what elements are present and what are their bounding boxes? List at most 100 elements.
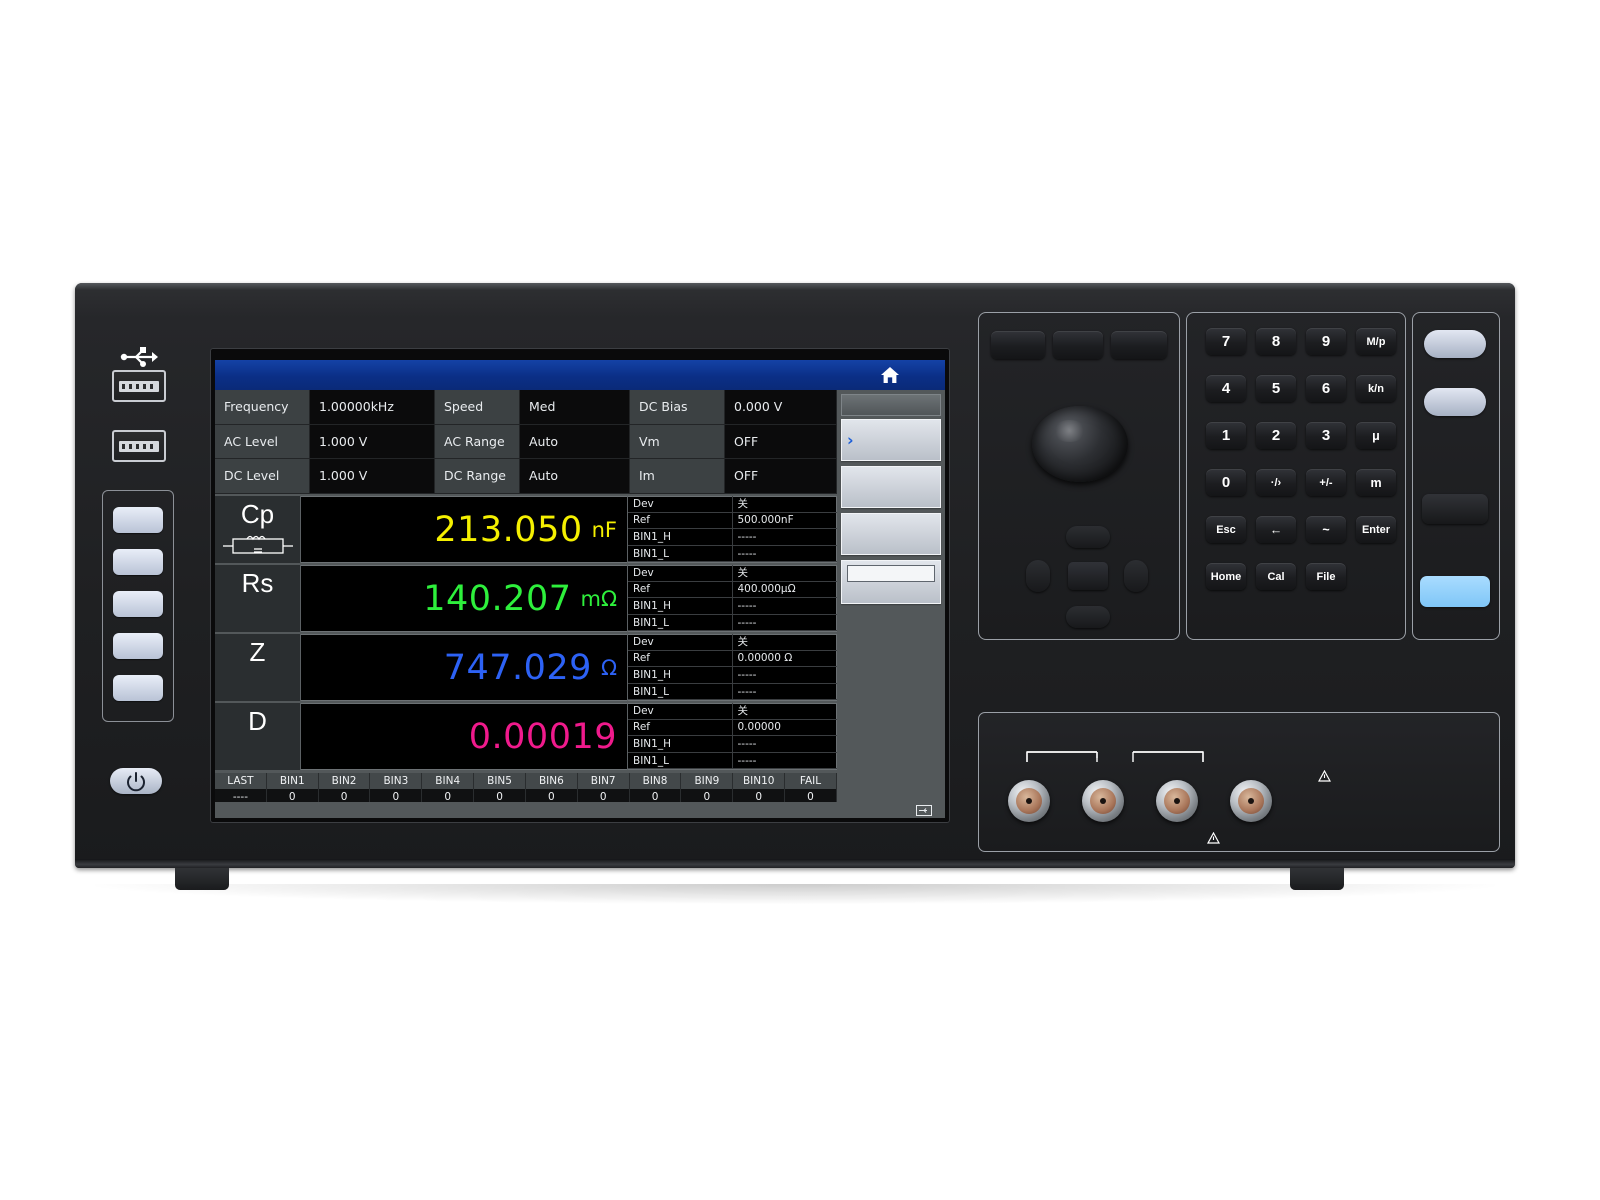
bin-header-cell: BIN5 [474,773,526,789]
lpot-bnc-connector[interactable] [1082,780,1124,822]
measurement-row[interactable]: Z 747.029 Ω Dev Ref BIN1_H BIN1_L 关 0.00000 Ω ---… [215,634,837,701]
setup-button[interactable] [1053,331,1103,359]
side-value: ----- [732,598,837,615]
screen-titlebar [215,360,945,390]
key-0[interactable]: 0 [1206,469,1246,496]
softkey-trace-display[interactable] [841,513,941,555]
dc-bias-button[interactable] [113,675,163,701]
nav-up-button[interactable] [1066,526,1110,548]
side-key: Dev [628,496,733,513]
usb-port-slot [119,381,159,392]
parameter-value[interactable]: Med [520,390,630,425]
key-4[interactable]: 4 [1206,375,1246,402]
measurement-value: 747.029 [443,647,592,688]
key-milli[interactable]: m [1356,469,1396,496]
key-5[interactable]: 5 [1256,375,1296,402]
bin-header-cell: BIN1 [266,773,319,789]
measurement-row[interactable]: Cp 213.050 nF Dev Ref BIN1_H BIN1_L 关 500.000nF -… [215,496,837,563]
bin-header-cell: BIN4 [422,773,475,789]
parameter-label: DC Bias [630,390,725,425]
side-value: ----- [732,736,837,753]
side-value: 500.000nF [732,513,837,530]
home-button[interactable]: Home [1206,563,1246,590]
reset-button[interactable] [1422,494,1488,524]
softkey-list-display[interactable] [841,466,941,508]
side-value: 400.000μΩ [732,582,837,599]
softkey-save[interactable] [841,560,941,604]
measurement-rows: Cp 213.050 nF Dev Ref BIN1_H BIN1_L 关 500.000nF -… [215,496,837,772]
backspace-button[interactable]: ← [1256,516,1296,543]
side-value-column: 关 400.000μΩ ----- ----- [732,565,837,632]
measurement-row[interactable]: Rs 140.207 mΩ Dev Ref BIN1_H BIN1_L 关 400.000μΩ -… [215,565,837,632]
bin-header-cell: BIN6 [525,773,578,789]
parameter-value[interactable]: OFF [725,459,837,494]
key-6[interactable]: 6 [1306,375,1346,402]
bnc-ring [1016,788,1042,814]
key-decimal[interactable]: ·/› [1256,469,1296,496]
prtscn-button[interactable] [113,591,163,617]
key-9[interactable]: 9 [1306,328,1346,355]
power-button[interactable] [110,768,162,794]
nav-right-button[interactable] [1124,560,1148,592]
key-7[interactable]: 7 [1206,328,1246,355]
ok-button[interactable] [1068,562,1108,590]
system-button[interactable] [1111,331,1167,359]
parameter-value[interactable]: 0.000 V [725,390,837,425]
parameter-value[interactable]: 1.000 V [310,459,435,494]
side-key-column: Dev Ref BIN1_H BIN1_L [628,496,733,563]
key-mega-pico[interactable]: M/p [1356,328,1396,355]
hpot-bnc-connector[interactable] [1156,780,1198,822]
nav-down-button[interactable] [1066,606,1110,628]
file-button[interactable]: File [1306,563,1346,590]
bin-header-cell: BIN10 [733,773,786,789]
lcd-screen[interactable]: Frequency 1.00000kHz Speed Med DC Bias 0.000 … [215,360,945,818]
preset-button[interactable] [113,507,163,533]
softkey-meas-display[interactable] [841,419,941,461]
key-2[interactable]: 2 [1256,422,1296,449]
key-1[interactable]: 1 [1206,422,1246,449]
parameter-value[interactable]: 1.000 V [310,424,435,460]
help-button[interactable] [113,549,163,575]
side-value: ----- [732,684,837,701]
parameter-label: DC Level [215,459,310,494]
key-3[interactable]: 3 [1306,422,1346,449]
key-plus-minus[interactable]: +/- [1306,469,1346,496]
hcur-bnc-connector[interactable] [1230,780,1272,822]
side-value: 关 [732,565,837,582]
parameter-row: AC Level 1.000 V AC Range Auto Vm OFF [215,424,837,460]
key-kilo-nano[interactable]: k/n [1356,375,1396,402]
key-tilde[interactable]: ~ [1306,516,1346,543]
rotary-knob[interactable] [1032,406,1128,482]
nav-left-button[interactable] [1026,560,1050,592]
lcur-bnc-connector[interactable] [1008,780,1050,822]
display-button[interactable] [991,331,1045,359]
usb-port-slot [119,441,159,452]
esc-button[interactable]: Esc [1206,516,1246,543]
side-key: Ref [628,581,733,599]
parameter-value[interactable]: 1.00000kHz [310,390,435,425]
home-icon[interactable] [879,365,901,385]
side-value: 0.00000 Ω [732,651,837,668]
key-8[interactable]: 8 [1256,328,1296,355]
enter-button[interactable]: Enter [1356,516,1396,543]
symbol-text: Rs [241,568,274,598]
measurement-symbol: Rs [215,565,301,632]
lock-button[interactable] [113,633,163,659]
side-key: Ref [628,650,733,668]
parameter-value[interactable]: Auto [520,424,630,460]
trigger-button[interactable] [1420,576,1490,607]
parameter-value[interactable]: OFF [725,424,837,460]
usb-port-bottom[interactable] [112,430,166,462]
cal-button[interactable]: Cal [1256,563,1296,590]
side-key: Ref [628,719,733,737]
discharge-warning [1318,770,1488,785]
parameter-value[interactable]: Auto [520,459,630,494]
usb-port-top[interactable] [112,370,166,402]
measurement-row[interactable]: D 0.00019 Dev Ref BIN1_H BIN1_L 关 0.00000 ----- -… [215,703,837,770]
measurement-main: 213.050 nF [301,496,627,563]
power-icon [127,772,145,792]
side-value: ----- [732,615,837,632]
key-micro[interactable]: μ [1356,422,1396,449]
fail-indicator [1424,388,1486,416]
parameter-row: DC Level 1.000 V DC Range Auto Im OFF [215,459,837,494]
